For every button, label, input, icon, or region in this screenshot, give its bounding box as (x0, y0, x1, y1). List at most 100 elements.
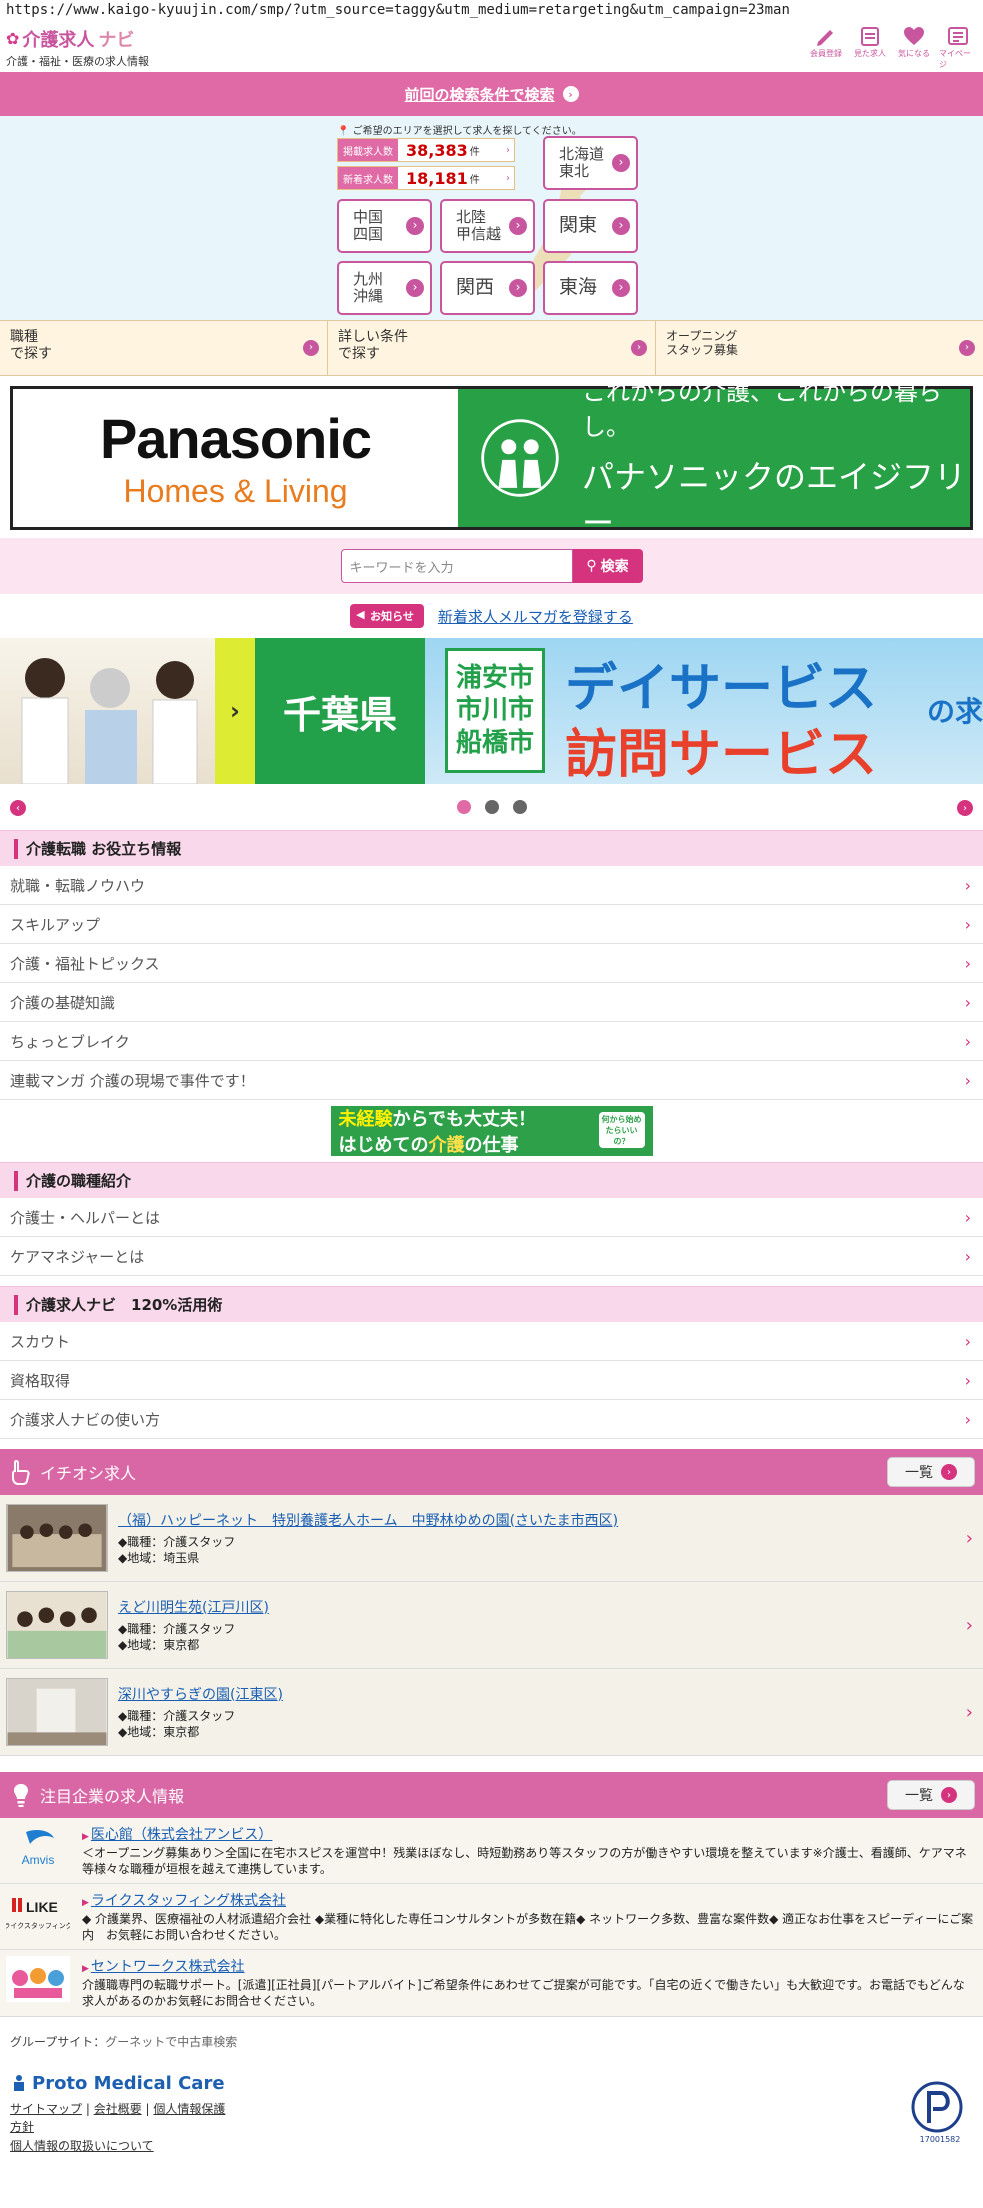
search-by-job-type[interactable]: 職種 で探す › (0, 321, 328, 375)
flower-logo-icon: ✿ (6, 29, 20, 48)
arrow-right-icon: › (406, 279, 424, 297)
sitemap-link[interactable]: サイトマップ (10, 2102, 82, 2116)
region-hokuriku-koshinetsu[interactable]: 北陸 甲信越 › (440, 199, 535, 253)
proto-medical-care-logo[interactable]: Proto Medical Care (10, 2073, 973, 2094)
list-item[interactable]: 介護士・ヘルパーとは › (0, 1198, 983, 1237)
chevron-right-icon: › (964, 1031, 971, 1051)
arrow-right-icon: › (941, 1787, 957, 1803)
hero-carousel-slide[interactable]: › 千葉県 浦安市 市川市 船橋市 デイサービス 訪問サービス の求 (0, 638, 983, 784)
register-button[interactable]: 会員登録 (807, 24, 845, 70)
region-chugoku-shikoku[interactable]: 中国 四国 › (337, 199, 432, 253)
footer: Proto Medical Care サイトマップ | 会社概要 | 個人情報保… (0, 2061, 983, 2195)
company-item[interactable]: セントワークス株式会社 介護職専門の転職サポート。[派遣][正社員][パートアル… (0, 1950, 983, 2017)
previous-search-button[interactable]: 前回の検索条件で検索 › (0, 72, 983, 116)
privacy-policy-link-cont[interactable]: 方針 (10, 2120, 34, 2134)
chevron-right-icon: › (964, 1370, 971, 1390)
site-logo[interactable]: ✿ 介護求人 ナビ 介護・福祉・医療の求人情報 (6, 26, 149, 69)
carousel-prev-button[interactable]: ‹ (10, 800, 26, 816)
group-site: グループサイト：グーネットで中古車検索 (10, 2034, 238, 2049)
svg-text:Amvis: Amvis (22, 1853, 55, 1867)
region-tokai[interactable]: 東海 › (543, 261, 638, 315)
header-icon-nav: 会員登録 見た求人 気になる マイページ (807, 24, 977, 70)
panasonic-ad-banner[interactable]: Panasonic Homes & Living これからの介護、これからの暮ら… (10, 378, 973, 542)
notice-badge: ◀ お知らせ (350, 604, 424, 628)
address-bar[interactable]: https://www.kaigo-kyuujin.com/smp/?utm_s… (0, 0, 983, 22)
arrow-right-icon: › (562, 86, 579, 102)
carousel-dot[interactable] (512, 800, 527, 814)
beginner-care-banner[interactable]: 未経験からでも大丈夫！ はじめての介護の仕事 何から始めたらいいの？ (330, 1106, 653, 1156)
posted-jobs-count[interactable]: 掲載求人数 38,383 件 › (337, 138, 515, 162)
chevron-right-icon: › (964, 992, 971, 1012)
list-item[interactable]: 就職・転職ノウハウ › (0, 866, 983, 905)
list-item[interactable]: 資格取得 › (0, 1361, 983, 1400)
city-list: 浦安市 市川市 船橋市 (445, 648, 545, 773)
opening-staff-search[interactable]: オープニング スタッフ募集 › (656, 321, 983, 375)
calendar-icon (861, 27, 879, 46)
carousel-controls: ‹ › (0, 784, 983, 830)
region-kanto[interactable]: 関東 › (543, 199, 638, 253)
amvis-logo: Amvis (6, 1824, 70, 1870)
keyword-search-button[interactable]: ⚲ 検索 (572, 549, 643, 583)
list-item[interactable]: ちょっとブレイク › (0, 1022, 983, 1061)
facility-photo (6, 1504, 108, 1572)
carousel-dot[interactable] (456, 800, 471, 814)
map-pin-icon: 📍 (337, 126, 350, 137)
svg-text:ライクスタッフィング: ライクスタッフィング (6, 1921, 70, 1930)
job-item[interactable]: （福）ハッピーネット 特別養護老人ホーム 中野林ゆめの園(さいたま市西区) ◆職… (0, 1495, 983, 1582)
svg-text:17001582: 17001582 (920, 2135, 961, 2144)
list-item[interactable]: 介護求人ナビの使い方 › (0, 1400, 983, 1439)
chevron-right-icon: › (964, 914, 971, 934)
region-kansai[interactable]: 関西 › (440, 261, 535, 315)
list-item[interactable]: 連載マンガ 介護の現場で事件です！ › (0, 1061, 983, 1100)
favorites-button[interactable]: 気になる (895, 24, 933, 70)
job-item[interactable]: 深川やすらぎの園(江東区) ◆職種：介護スタッフ ◆地域：東京都 › (0, 1669, 983, 1756)
list-item[interactable]: スカウト › (0, 1322, 983, 1361)
chevron-right-icon: › (964, 953, 971, 973)
search-options: 職種 で探す › 詳しい条件 で探す › オープニング スタッフ募集 › (0, 320, 983, 376)
job-item[interactable]: えど川明生苑(江戸川区) ◆職種：介護スタッフ ◆地域：東京都 › (0, 1582, 983, 1669)
chevron-right-icon: › (506, 172, 510, 184)
arrow-right-icon: › (509, 217, 527, 235)
company-item[interactable]: Amvis 医心館（株式会社アンビス） ＜オープニング募集あり＞全国に在宅ホスピ… (0, 1818, 983, 1885)
featured-list-button[interactable]: 一覧 › (887, 1457, 975, 1487)
list-item[interactable]: スキルアップ › (0, 905, 983, 944)
chevron-right-icon: › (964, 1246, 971, 1266)
keyword-input[interactable]: キーワードを入力 (340, 549, 573, 583)
pencil-icon (817, 30, 833, 46)
chevron-right-icon: › (965, 1614, 973, 1636)
arrow-right-icon: › (509, 279, 527, 297)
chevron-right-icon: › (215, 638, 255, 784)
company-link[interactable]: 会社概要 (94, 2102, 142, 2116)
chevron-right-icon: › (964, 1331, 971, 1351)
heart-icon (904, 27, 924, 45)
company-item[interactable]: LIKEライクスタッフィング ライクスタッフィング株式会社 ◆ 介護業界、医療福… (0, 1884, 983, 1951)
mypage-button[interactable]: マイページ (939, 24, 977, 70)
companies-list-button[interactable]: 一覧 › (887, 1780, 975, 1810)
newsletter-link[interactable]: 新着求人メルマガを登録する (438, 606, 633, 627)
svg-text:LIKE: LIKE (26, 1899, 58, 1915)
new-jobs-count[interactable]: 新着求人数 18,181 件 › (337, 166, 515, 190)
privacy-policy-link[interactable]: 個人情報保護 (153, 2102, 225, 2116)
list-item[interactable]: 介護の基礎知識 › (0, 983, 983, 1022)
carousel-next-button[interactable]: › (957, 800, 973, 816)
featured-jobs-header: イチオシ求人 一覧 › (0, 1449, 983, 1495)
list-item[interactable]: ケアマネジャーとは › (0, 1237, 983, 1276)
arrow-right-icon: › (612, 279, 630, 297)
saintworks-logo (6, 1956, 70, 2003)
goo-net-link[interactable]: グーネットで中古車検索 (105, 2035, 237, 2049)
arrow-right-icon: › (612, 217, 630, 235)
region-hokkaido-tohoku[interactable]: 北海道 東北 › (543, 136, 638, 190)
carousel-dot[interactable] (484, 800, 499, 814)
like-staffing-logo: LIKE ライクスタッフィング (6, 1890, 70, 1936)
search-by-conditions[interactable]: 詳しい条件 で探す › (328, 321, 656, 375)
chevron-right-icon: › (964, 1207, 971, 1227)
search-icon: ⚲ (586, 558, 597, 574)
site-header: ✿ 介護求人 ナビ 介護・福祉・医療の求人情報 会員登録 見た求人 気になる マ… (0, 22, 983, 72)
privacy-handling-link[interactable]: 個人情報の取扱いについて (10, 2139, 154, 2153)
chevron-right-icon: › (964, 1409, 971, 1429)
list-item[interactable]: 介護・福祉トピックス › (0, 944, 983, 983)
viewed-jobs-button[interactable]: 見た求人 (851, 24, 889, 70)
region-kyushu-okinawa[interactable]: 九州 沖縄 › (337, 261, 432, 315)
chevron-right-icon: › (964, 1070, 971, 1090)
keyword-search: キーワードを入力 ⚲ 検索 (0, 538, 983, 594)
